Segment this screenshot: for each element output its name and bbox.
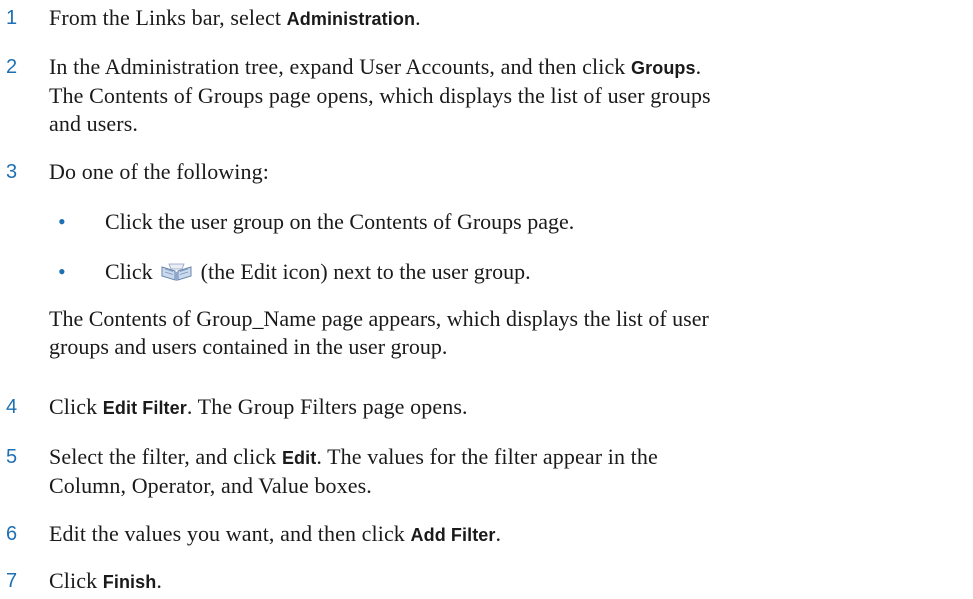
ui-term-edit-filter: Edit Filter: [102, 398, 187, 418]
step-3-result: The Contents of Group_Name page appears,…: [49, 305, 964, 361]
step-text: Do one of the following:: [49, 159, 269, 184]
result-line: The Contents of Group_Name page appears,…: [49, 306, 709, 331]
step-text: In the Administration tree, expand User …: [49, 53, 964, 138]
step-line: and users.: [49, 111, 138, 136]
step-line: Column, Operator, and Value boxes.: [49, 473, 372, 498]
step-line: In the Administration tree, expand User …: [49, 54, 702, 79]
bullet-dot: •: [58, 259, 66, 284]
ui-term-edit: Edit: [281, 448, 317, 468]
step-text: Click Finish.: [49, 568, 162, 593]
ui-term-administration: Administration: [286, 9, 416, 29]
step-number: 3: [6, 161, 18, 183]
step-number: 4: [6, 396, 18, 418]
step-text: From the Links bar, select Administratio…: [49, 5, 421, 30]
bullet-text: Click the user group on the Contents of …: [105, 209, 575, 234]
step-number: 7: [6, 570, 18, 592]
step-number: 2: [6, 56, 18, 78]
step-number: 5: [6, 446, 18, 468]
step-text: Select the filter, and click Edit. The v…: [49, 443, 964, 500]
ui-term-add-filter: Add Filter: [410, 525, 496, 545]
result-line: groups and users contained in the user g…: [49, 334, 448, 359]
step-number: 6: [6, 523, 18, 545]
step-text: Edit the values you want, and then click…: [49, 521, 502, 546]
ui-term-groups: Groups: [631, 58, 696, 78]
step-line: The Contents of Groups page opens, which…: [49, 83, 711, 108]
ui-term-finish: Finish: [102, 572, 157, 592]
bullet-dot: •: [58, 209, 66, 234]
step-number: 1: [6, 7, 18, 29]
step-text: Click Edit Filter. The Group Filters pag…: [49, 394, 468, 419]
step-line: Select the filter, and click Edit. The v…: [49, 444, 658, 469]
edit-icon: [160, 261, 193, 283]
procedure-document: 1 From the Links bar, select Administrat…: [0, 0, 973, 599]
bullet-text: Click (the Edit icon) next to the user g…: [105, 259, 531, 284]
